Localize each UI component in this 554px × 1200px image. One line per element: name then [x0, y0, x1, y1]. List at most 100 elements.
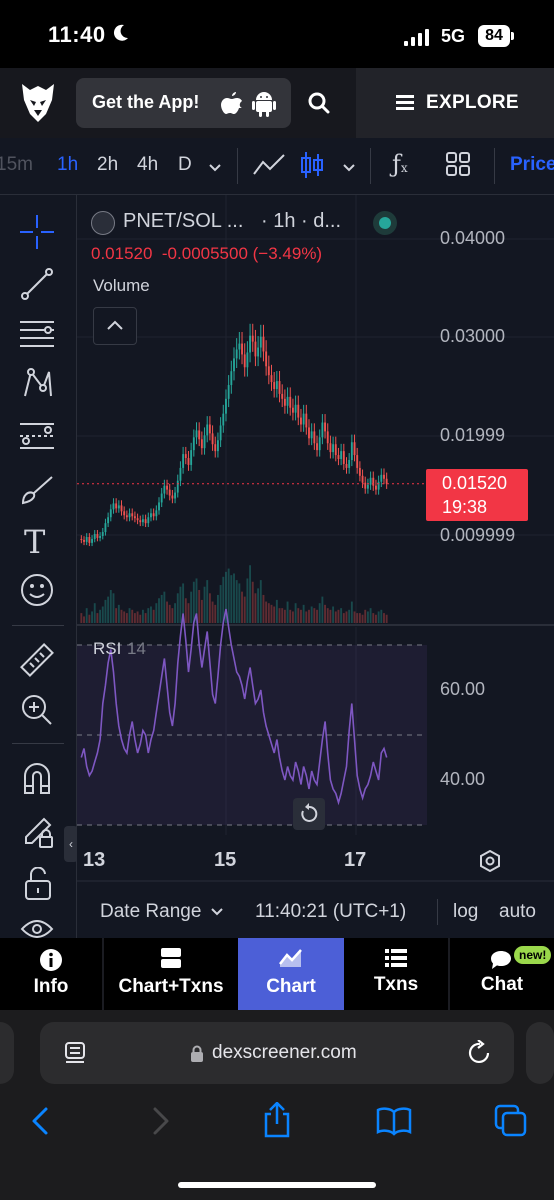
interval-4h[interactable]: 4h: [137, 154, 158, 176]
volume-bar: [275, 599, 278, 623]
volume-bar: [291, 611, 294, 623]
brush-icon[interactable]: [20, 473, 56, 512]
volume-bar: [166, 601, 168, 623]
symbol-logo: [91, 211, 115, 235]
volume-bar: [88, 614, 91, 623]
candle-body: [291, 407, 294, 413]
timezone-clock[interactable]: 11:40:21 (UTC+1): [255, 901, 406, 923]
price-scale-toggle[interactable]: Price: [510, 154, 554, 176]
candles-chart-type-icon[interactable]: [300, 150, 324, 185]
collapse-legend-button[interactable]: [93, 307, 137, 345]
volume-bar: [294, 603, 297, 623]
candle-body: [158, 502, 160, 511]
text-tool-icon[interactable]: T: [24, 523, 45, 561]
candle-body: [308, 427, 310, 439]
tab-info[interactable]: Info: [0, 938, 102, 1010]
tabs-icon[interactable]: [494, 1104, 528, 1138]
reload-icon: [468, 1040, 490, 1064]
candle-body: [369, 477, 372, 485]
log-scale-toggle[interactable]: log: [453, 901, 478, 923]
get-app-button[interactable]: Get the App!: [76, 78, 291, 128]
next-tab-card[interactable]: [526, 1022, 554, 1084]
chat-icon: [491, 951, 511, 969]
pattern-tool-icon[interactable]: [20, 367, 54, 406]
tab-chart-label: Chart: [266, 976, 316, 997]
time-axis-tick: 17: [344, 849, 367, 871]
rsi-legend-period: 14: [127, 639, 146, 658]
volume-bar: [270, 604, 273, 623]
auto-scale-toggle[interactable]: auto: [499, 901, 536, 923]
tab-chart[interactable]: Chart: [238, 938, 344, 1010]
share-icon[interactable]: [262, 1102, 292, 1138]
search-icon[interactable]: [308, 92, 330, 119]
volume-bar: [340, 608, 343, 623]
tab-txns[interactable]: Txns: [344, 938, 448, 1010]
volume-bar: [206, 580, 209, 623]
candle-body: [273, 382, 276, 389]
volume-bar: [163, 591, 166, 623]
indicators-fx-icon[interactable]: ƒx: [392, 150, 408, 178]
network-type: 5G: [441, 26, 466, 46]
volume-bar: [120, 609, 123, 623]
chart-settings-gear-icon[interactable]: [479, 849, 501, 877]
volume-bar: [375, 614, 377, 623]
address-bar[interactable]: dexscreener.com: [40, 1022, 514, 1084]
reset-chart-button[interactable]: [293, 798, 325, 830]
candle-body: [348, 460, 351, 468]
menu-icon: [396, 95, 414, 116]
previous-tab-card[interactable]: [0, 1022, 14, 1084]
volume-bar: [356, 613, 359, 623]
interval-15m[interactable]: 15m: [0, 154, 33, 176]
volume-bar: [289, 609, 292, 623]
prediction-tool-icon[interactable]: [18, 421, 56, 456]
zoom-in-icon[interactable]: [20, 693, 54, 732]
candle-body: [99, 535, 102, 538]
crosshair-icon[interactable]: [20, 215, 54, 254]
unlock-icon[interactable]: [24, 866, 52, 906]
ruler-icon[interactable]: [18, 641, 56, 684]
back-icon[interactable]: [30, 1106, 50, 1136]
tab-chat[interactable]: new! Chat: [450, 938, 554, 1010]
forward-icon[interactable]: [151, 1106, 171, 1136]
candle-body: [192, 437, 195, 451]
candle-body: [358, 467, 361, 476]
tab-chart-txns[interactable]: Chart+Txns: [104, 938, 238, 1010]
magnet-icon[interactable]: [22, 761, 52, 800]
chart-type-chevron-down-icon[interactable]: [342, 160, 356, 178]
candle-body: [104, 523, 107, 533]
candle-body: [120, 505, 123, 512]
candle-body: [353, 442, 356, 456]
url-text: dexscreener.com: [212, 1042, 357, 1063]
emoji-icon[interactable]: [20, 573, 54, 612]
volume-bar: [342, 613, 345, 623]
candle-body: [91, 538, 93, 543]
bottom-tab-bar: Info Chart+Txns Chart Txns new! Chat: [0, 938, 554, 1010]
volume-bar: [133, 613, 136, 623]
trend-line-icon[interactable]: [20, 267, 54, 306]
fib-levels-icon[interactable]: [18, 319, 56, 354]
interval-2h[interactable]: 2h: [97, 154, 118, 176]
interval-chevron-down-icon[interactable]: [208, 160, 222, 178]
volume-bar: [353, 611, 356, 623]
explore-button[interactable]: EXPLORE: [356, 68, 554, 138]
volume-bar: [383, 613, 385, 623]
collapse-toolbar-handle[interactable]: ‹: [64, 826, 78, 862]
symbol-name[interactable]: PNET/SOL ...: [123, 210, 243, 233]
chart-icon: [279, 949, 302, 967]
chart-area[interactable]: PNET/SOL ... · 1h · d... 0.01520 -0.0005…: [77, 195, 554, 938]
volume-bar: [316, 609, 318, 623]
candle-body: [83, 539, 85, 542]
time-axis-tick: 13: [83, 849, 106, 871]
layout-grid-icon[interactable]: [446, 152, 470, 181]
interval-1h[interactable]: 1h: [57, 154, 78, 176]
dexscreener-logo-icon[interactable]: [18, 80, 58, 126]
interval-d[interactable]: D: [178, 154, 192, 176]
line-chart-type-icon[interactable]: [252, 152, 286, 183]
volume-bar: [192, 581, 195, 623]
candle-body: [176, 480, 179, 493]
price-axis-tick: 0.009999: [440, 525, 516, 545]
lock-drawing-edit-icon[interactable]: [20, 813, 56, 854]
candle-body: [283, 398, 286, 406]
bookmarks-icon[interactable]: [376, 1106, 412, 1136]
date-range-button[interactable]: Date Range: [100, 901, 223, 923]
